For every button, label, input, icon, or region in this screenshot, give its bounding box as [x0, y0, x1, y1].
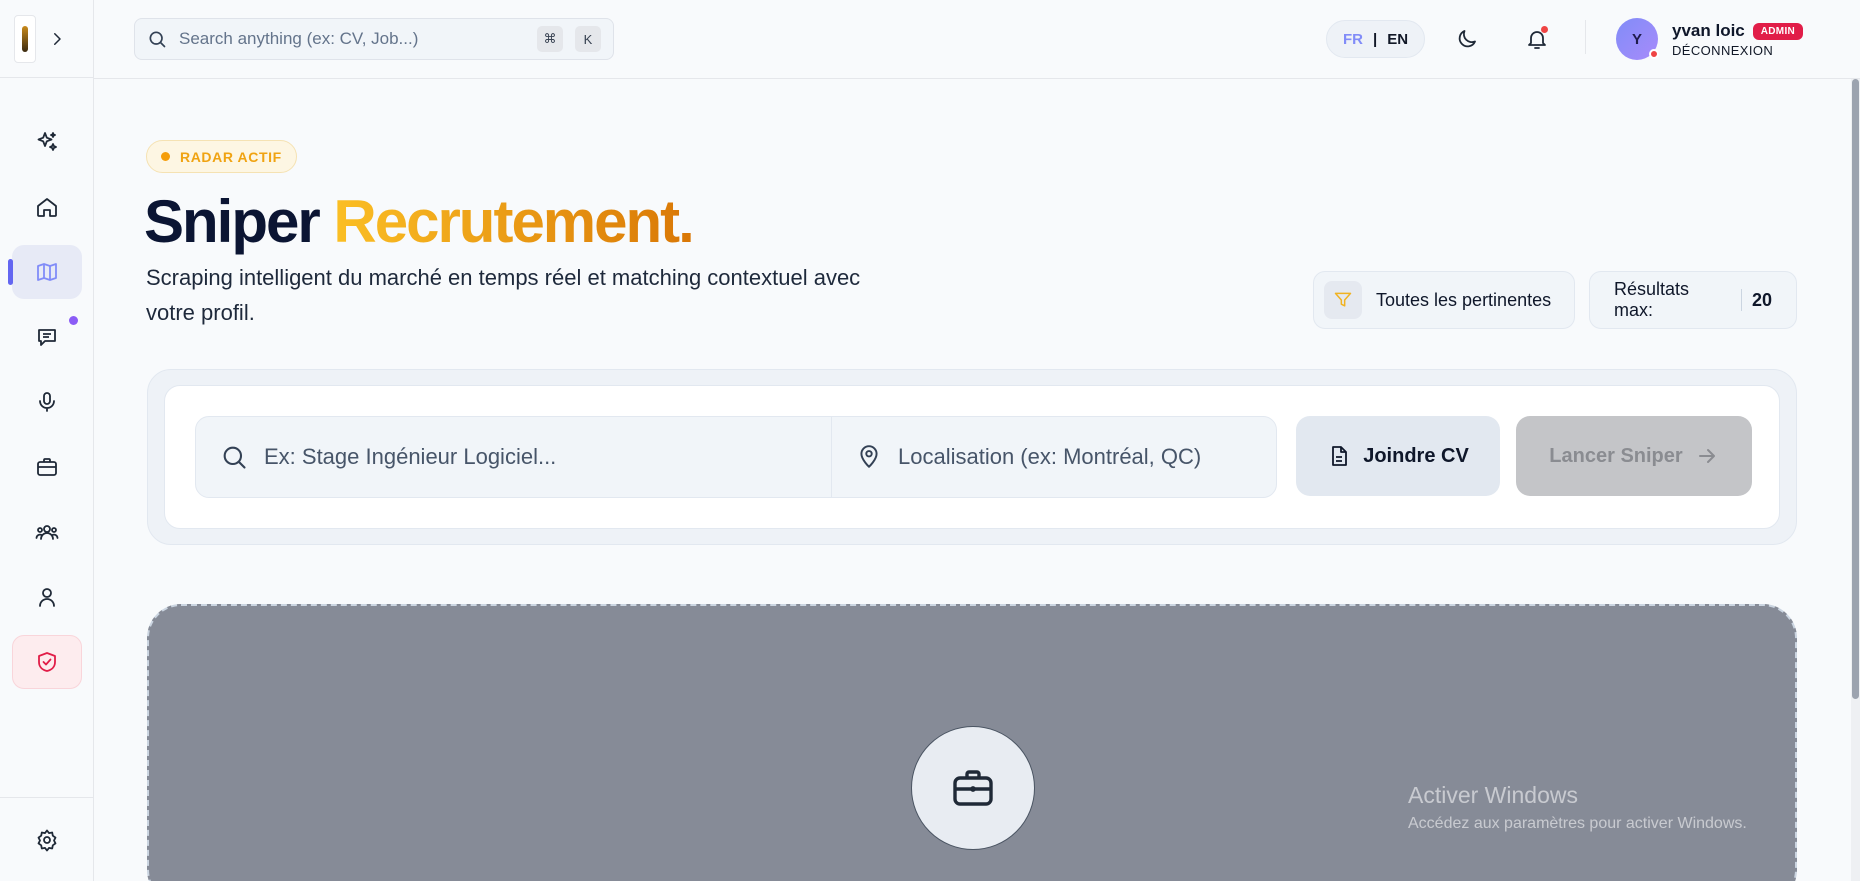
avatar[interactable]: Y [1616, 18, 1659, 60]
user-icon [39, 588, 55, 607]
sidebar-nav [0, 115, 94, 700]
sidebar-item-home[interactable] [12, 180, 82, 234]
arrow-right-icon [1698, 449, 1715, 463]
status-dot [1649, 49, 1659, 59]
search-icon [223, 446, 246, 469]
location-pin-icon [860, 445, 878, 468]
role-badge: ADMIN [1752, 22, 1804, 40]
filter-icon-box [1324, 281, 1362, 319]
sidebar-item-settings[interactable] [0, 797, 94, 881]
attach-cv-button[interactable]: Joindre CV [1296, 416, 1500, 496]
shortcut-cmd: ⌘ [537, 26, 563, 52]
watermark-title: Activer Windows [1408, 782, 1578, 808]
document-icon [1332, 446, 1348, 466]
page-subtitle: Scraping intelligent du marché en temps … [146, 265, 861, 325]
empty-state-icon-circle [911, 726, 1035, 850]
sparkles-icon [37, 132, 57, 151]
header-divider [1585, 20, 1586, 54]
lang-separator: | [1373, 30, 1378, 48]
notifications-button[interactable] [1522, 24, 1552, 54]
app-logo[interactable] [14, 14, 36, 63]
shortcut-key: K [575, 26, 601, 52]
sidebar-item-profile[interactable] [12, 570, 82, 624]
language-switch[interactable]: FR | EN [1326, 20, 1426, 58]
job-search-input[interactable]: Ex: Stage Ingénieur Logiciel... [196, 417, 832, 497]
chevron-right-icon [54, 32, 61, 45]
moon-icon [1458, 30, 1476, 48]
location-input[interactable]: Localisation (ex: Montréal, QC) [832, 417, 1276, 497]
theme-toggle-button[interactable] [1452, 24, 1482, 54]
map-icon [37, 263, 57, 281]
page-scrollbar[interactable] [1851, 79, 1860, 881]
job-search-placeholder[interactable]: Ex: Stage Ingénieur Logiciel... [264, 444, 556, 470]
page-title: Sniper Recrutement. [144, 184, 695, 260]
search-placeholder[interactable]: Search anything (ex: CV, Job...) [179, 29, 525, 49]
user-name: yvan loic [1672, 21, 1745, 40]
notification-dot [1541, 26, 1548, 33]
home-icon [37, 198, 57, 217]
expand-sidebar-button[interactable] [46, 28, 68, 50]
status-badge-label: RADAR ACTIF [180, 148, 282, 165]
global-search[interactable]: Search anything (ex: CV, Job...) ⌘ K [134, 18, 614, 60]
search-panel-inner: Ex: Stage Ingénieur Logiciel... Localisa… [164, 385, 1780, 529]
launch-sniper-label: Lancer Sniper [1549, 444, 1683, 467]
filter-label: Toutes les pertinentes [1376, 289, 1552, 310]
title-main: Sniper [144, 188, 321, 255]
windows-activation-watermark: Activer Windows Accédez aux paramètres p… [1408, 782, 1747, 833]
scrollbar-thumb[interactable] [1852, 79, 1859, 699]
sidebar-item-admin[interactable] [12, 635, 82, 689]
shield-check-icon [38, 652, 56, 672]
sidebar [0, 0, 94, 881]
logout-link[interactable]: DÉCONNEXION [1672, 43, 1803, 58]
sidebar-item-map[interactable] [8, 245, 82, 299]
user-info: yvan loic ADMIN DÉCONNEXION [1672, 21, 1804, 58]
settings-icon [37, 829, 57, 851]
attach-cv-label: Joindre CV [1363, 444, 1469, 467]
launch-sniper-button[interactable]: Lancer Sniper [1516, 416, 1752, 496]
max-results-label: Résultats max: [1614, 279, 1690, 320]
sidebar-item-messages[interactable] [12, 310, 82, 364]
search-fields: Ex: Stage Ingénieur Logiciel... Localisa… [195, 416, 1277, 498]
max-results-selector[interactable]: Résultats max: 20 [1589, 271, 1797, 329]
status-badge: RADAR ACTIF [146, 140, 297, 173]
briefcase-icon [953, 770, 993, 806]
avatar-initial: Y [1631, 30, 1642, 48]
title-accent: Recrutement. [333, 188, 694, 255]
filter-icon [1334, 292, 1352, 307]
divider [1740, 289, 1742, 311]
users-icon [35, 525, 59, 540]
microphone-icon [39, 392, 55, 412]
sidebar-item-ai[interactable] [12, 115, 82, 169]
sidebar-item-jobs[interactable] [12, 440, 82, 494]
location-placeholder[interactable]: Localisation (ex: Montréal, QC) [898, 444, 1201, 470]
lang-en[interactable]: EN [1387, 31, 1408, 48]
sidebar-item-team[interactable] [12, 505, 82, 559]
results-empty-state [147, 604, 1797, 881]
watermark-subtitle: Accédez aux paramètres pour activer Wind… [1408, 815, 1747, 832]
search-icon [149, 31, 166, 48]
top-header: Search anything (ex: CV, Job...) ⌘ K FR … [94, 0, 1860, 79]
notification-dot [69, 316, 78, 325]
max-results-value[interactable]: 20 [1752, 290, 1772, 311]
chat-icon [38, 329, 56, 346]
sidebar-header [0, 0, 93, 78]
status-dot [161, 152, 170, 161]
sidebar-item-voice[interactable] [12, 375, 82, 429]
search-panel: Ex: Stage Ingénieur Logiciel... Localisa… [147, 369, 1797, 545]
lang-fr[interactable]: FR [1343, 31, 1363, 48]
relevance-filter-button[interactable]: Toutes les pertinentes [1313, 271, 1575, 329]
briefcase-icon [37, 458, 57, 476]
